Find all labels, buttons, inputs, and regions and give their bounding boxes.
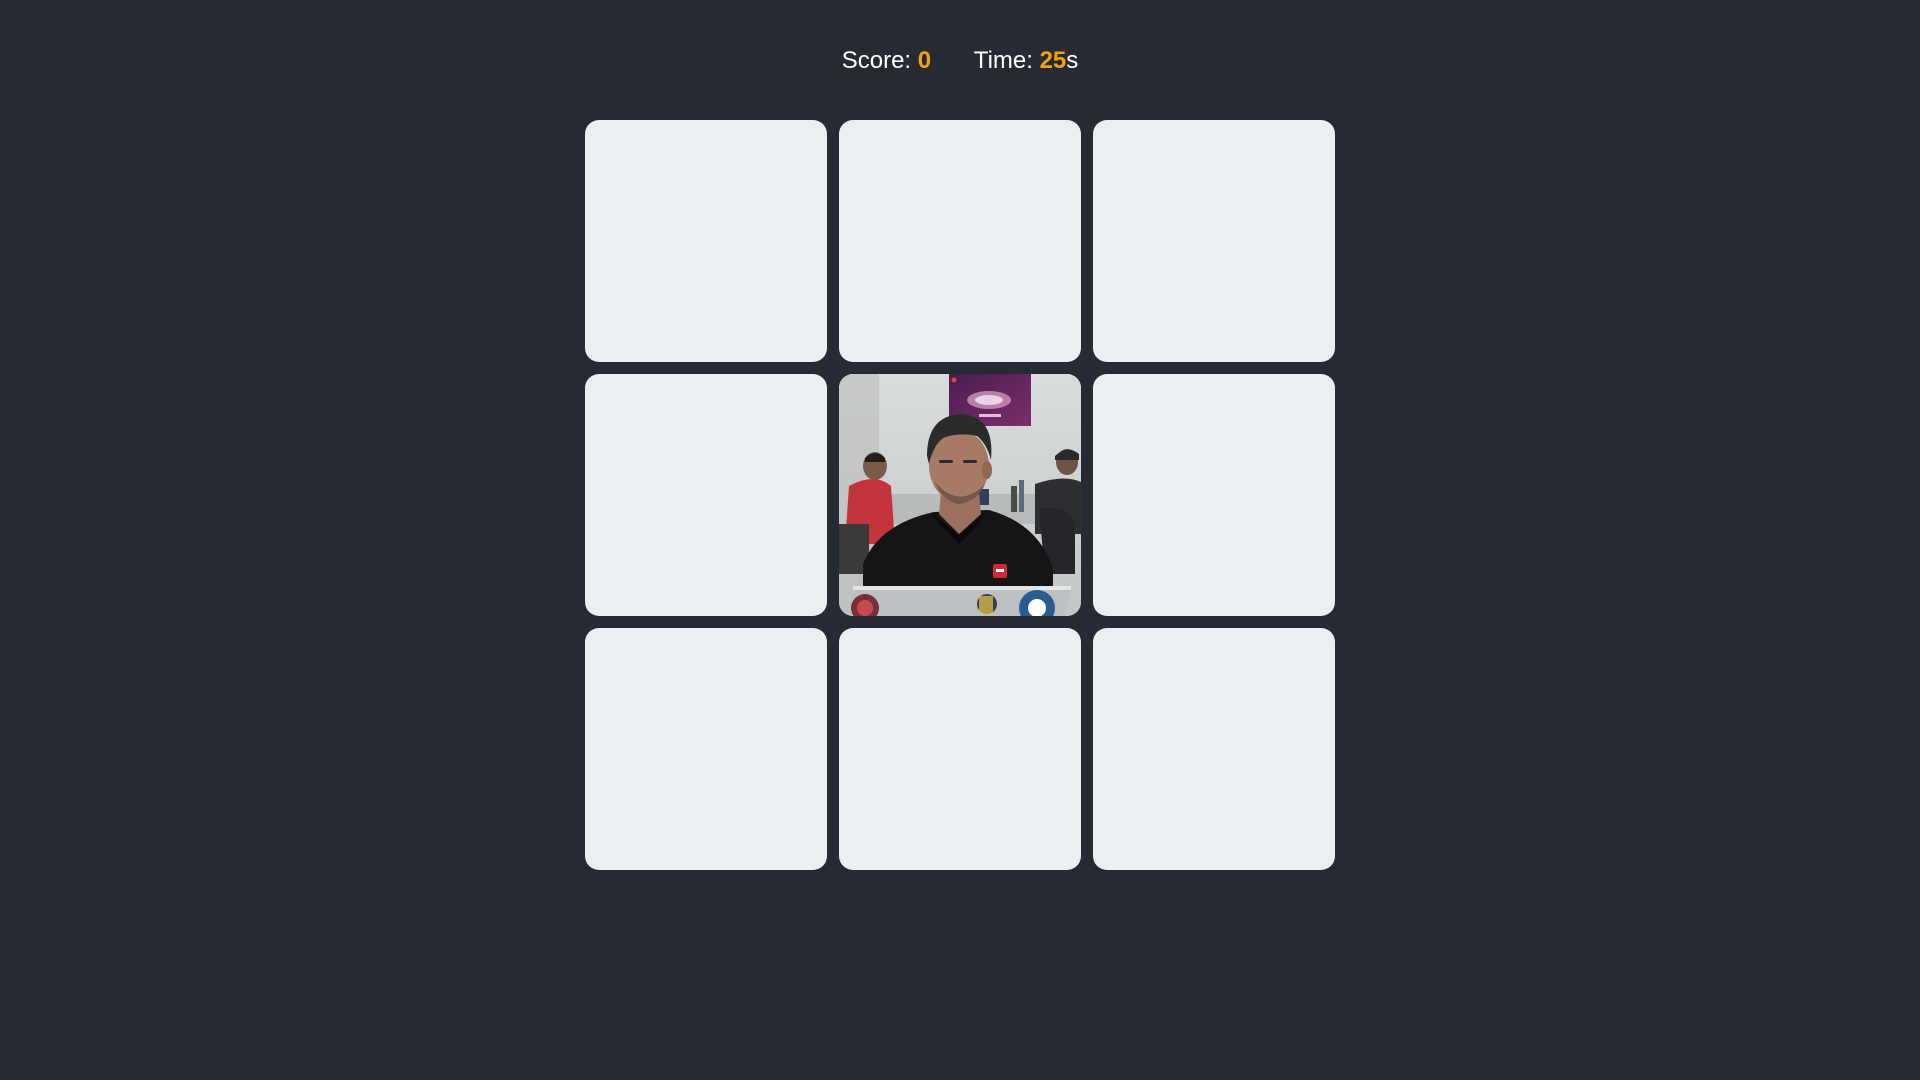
tile-7[interactable] xyxy=(585,628,827,870)
game-app: Score: 0 Time: 25s xyxy=(0,0,1920,1080)
tile-1[interactable] xyxy=(585,120,827,362)
time-unit: s xyxy=(1066,47,1079,74)
score-label: Score: xyxy=(841,47,912,74)
score-display: Score: 0 xyxy=(842,44,931,78)
tile-8[interactable] xyxy=(839,628,1081,870)
tile-grid xyxy=(585,120,1335,870)
tile-5-revealed[interactable] xyxy=(839,374,1081,616)
timer-display: Time: 25s xyxy=(974,44,1078,78)
tile-2[interactable] xyxy=(839,120,1081,362)
photo-person-at-laptop xyxy=(839,374,1081,616)
time-label: Time: xyxy=(973,47,1033,74)
time-value: 25 xyxy=(1039,47,1067,74)
score-bar: Score: 0 Time: 25s xyxy=(0,44,1920,78)
tile-3[interactable] xyxy=(1093,120,1335,362)
tile-9[interactable] xyxy=(1093,628,1335,870)
score-value: 0 xyxy=(917,47,932,74)
tile-4[interactable] xyxy=(585,374,827,616)
tile-6[interactable] xyxy=(1093,374,1335,616)
